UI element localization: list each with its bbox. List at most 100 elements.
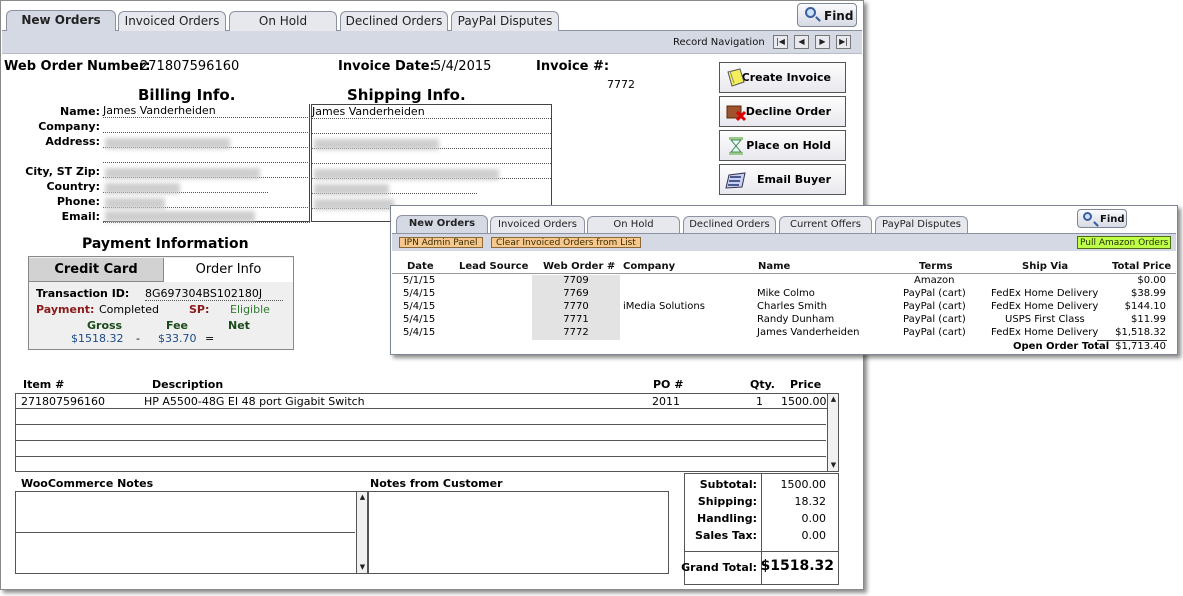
- row-total: $38.99: [1131, 288, 1166, 299]
- row-terms: PayPal (cart): [903, 301, 966, 312]
- pull-amazon-orders-button[interactable]: Pull Amazon Orders: [1077, 236, 1172, 249]
- payment-label: Payment:: [36, 303, 95, 316]
- tab-current-offers[interactable]: Current Offers: [779, 216, 872, 233]
- table-row[interactable]: 7709 5/1/15 Amazon $0.00: [392, 275, 1176, 288]
- table-row[interactable]: 7769 5/4/15 Mike Colmo PayPal (cart) Fed…: [392, 288, 1176, 301]
- gross-label: Gross: [87, 319, 123, 332]
- hourglass-icon: [729, 137, 743, 155]
- table-row[interactable]: [16, 442, 826, 457]
- customer-notes-field[interactable]: [368, 491, 669, 574]
- row-company: iMedia Solutions: [623, 301, 705, 312]
- redacted-address: [105, 138, 230, 149]
- find-label: Find: [1100, 214, 1125, 225]
- company-label: Company:: [38, 120, 100, 133]
- magnifier-icon: [1083, 212, 1092, 221]
- tab-invoiced-orders[interactable]: Invoiced Orders: [490, 216, 585, 233]
- billing-address-box[interactable]: James Vanderheiden: [103, 104, 310, 223]
- row-ship-via: FedEx Home Delivery: [991, 301, 1099, 312]
- tab-declined-orders[interactable]: Declined Orders: [683, 216, 776, 233]
- first-record-button[interactable]: |◀: [773, 35, 788, 49]
- grand-total-value: $1518.32: [760, 558, 834, 574]
- subtotal-label: Subtotal:: [699, 478, 757, 491]
- item-price: 1500.00: [781, 395, 827, 408]
- col-price: Price: [790, 378, 822, 391]
- invoice-number-label: Invoice #:: [536, 59, 610, 74]
- tab-paypal-disputes[interactable]: PayPal Disputes: [875, 216, 968, 233]
- col-date: Date: [407, 261, 434, 272]
- find-button[interactable]: Find: [1077, 209, 1127, 228]
- billing-header: Billing Info.: [138, 86, 236, 104]
- find-button[interactable]: Find: [797, 3, 857, 27]
- item-po: 2011: [652, 395, 680, 408]
- email-buyer-button[interactable]: Email Buyer: [719, 164, 846, 195]
- row-total: $0.00: [1137, 275, 1166, 286]
- scroll-down-icon[interactable]: ▼: [358, 563, 367, 572]
- tab-on-hold[interactable]: On Hold: [229, 11, 337, 31]
- billing-name: James Vanderheiden: [103, 104, 216, 117]
- create-invoice-button[interactable]: Create Invoice: [719, 62, 846, 93]
- shipping-address2-field[interactable]: [312, 150, 551, 164]
- row-total: $144.10: [1124, 301, 1166, 312]
- tab-declined-orders[interactable]: Declined Orders: [340, 11, 448, 31]
- web-order-cell: 7772: [532, 327, 620, 340]
- row-ship-via: FedEx Home Delivery: [991, 327, 1099, 338]
- clear-invoiced-button[interactable]: Clear Invoiced Orders from List: [491, 237, 641, 248]
- row-date: 5/4/15: [403, 314, 436, 325]
- sp-status: Eligible: [230, 303, 270, 316]
- row-date: 5/1/15: [403, 275, 436, 286]
- scroll-down-icon[interactable]: ▼: [829, 461, 838, 470]
- shipping-company-field[interactable]: [312, 120, 551, 134]
- billing-name-field[interactable]: James Vanderheiden: [103, 104, 310, 118]
- ipn-admin-panel-button[interactable]: IPN Admin Panel: [399, 237, 483, 248]
- col-qty: Qty.: [750, 378, 775, 391]
- tab-order-info[interactable]: Order Info: [164, 258, 293, 282]
- web-order-cell: 7769: [532, 288, 620, 301]
- shipping-label: Shipping:: [697, 495, 757, 508]
- place-on-hold-label: Place on Hold: [746, 139, 831, 152]
- table-row[interactable]: 7771 5/4/15 Randy Dunham PayPal (cart) U…: [392, 314, 1176, 327]
- transaction-id: 8G697304BS102180J: [145, 287, 283, 301]
- tab-on-hold[interactable]: On Hold: [587, 216, 680, 233]
- tab-credit-card[interactable]: Credit Card: [29, 258, 164, 282]
- table-row[interactable]: 7770 5/4/15 iMedia Solutions Charles Smi…: [392, 301, 1176, 314]
- tab-new-orders[interactable]: New Orders: [396, 215, 488, 233]
- col-total-price: Total Price: [1112, 261, 1172, 272]
- table-row[interactable]: 7772 5/4/15 James Vanderheiden PayPal (c…: [392, 327, 1176, 340]
- col-name: Name: [758, 261, 791, 272]
- row-total: $11.99: [1131, 314, 1166, 325]
- next-record-button[interactable]: ▶: [815, 35, 830, 49]
- tab-paypal-disputes[interactable]: PayPal Disputes: [451, 11, 559, 31]
- prev-record-button[interactable]: ◀: [794, 35, 809, 49]
- gross-value: $1518.32: [71, 332, 124, 345]
- web-order-cell: 7771: [532, 314, 620, 327]
- name-label: Name:: [60, 105, 100, 118]
- tab-invoiced-orders[interactable]: Invoiced Orders: [118, 11, 226, 31]
- items-scrollbar[interactable]: ▲ ▼: [827, 394, 838, 471]
- table-row[interactable]: [16, 426, 826, 441]
- billing-address2-field[interactable]: [103, 149, 310, 163]
- last-record-button[interactable]: ▶|: [836, 35, 851, 49]
- create-invoice-label: Create Invoice: [741, 71, 831, 84]
- net-label: Net: [228, 319, 250, 332]
- billing-company-field[interactable]: [103, 119, 310, 133]
- row-date: 5/4/15: [403, 301, 436, 312]
- decline-order-button[interactable]: Decline Order: [719, 96, 846, 127]
- tab-new-orders[interactable]: New Orders: [6, 10, 116, 31]
- shipping-name-field[interactable]: James Vanderheiden: [312, 105, 551, 119]
- table-row[interactable]: 271807596160 HP A5500-48G EI 48 port Gig…: [16, 394, 838, 409]
- row-name: Mike Colmo: [757, 288, 815, 299]
- notes-scrollbar[interactable]: ▲ ▼: [356, 492, 367, 573]
- customer-notes-label: Notes from Customer: [370, 477, 503, 490]
- scroll-up-icon[interactable]: ▲: [829, 395, 838, 404]
- col-ship-via: Ship Via: [1022, 261, 1069, 272]
- item-description: HP A5500-48G EI 48 port Gigabit Switch: [144, 395, 365, 408]
- woocommerce-notes-field[interactable]: ▲ ▼: [15, 491, 368, 574]
- item-qty: 1: [756, 395, 763, 408]
- table-row[interactable]: [16, 410, 826, 425]
- line-items-grid[interactable]: 271807596160 HP A5500-48G EI 48 port Gig…: [15, 393, 839, 472]
- shipping-value: 18.32: [794, 495, 827, 508]
- place-on-hold-button[interactable]: Place on Hold: [719, 130, 846, 161]
- sales-tax-value: 0.00: [801, 529, 827, 542]
- web-order-cell: 7770: [532, 301, 620, 314]
- scroll-up-icon[interactable]: ▲: [358, 493, 367, 502]
